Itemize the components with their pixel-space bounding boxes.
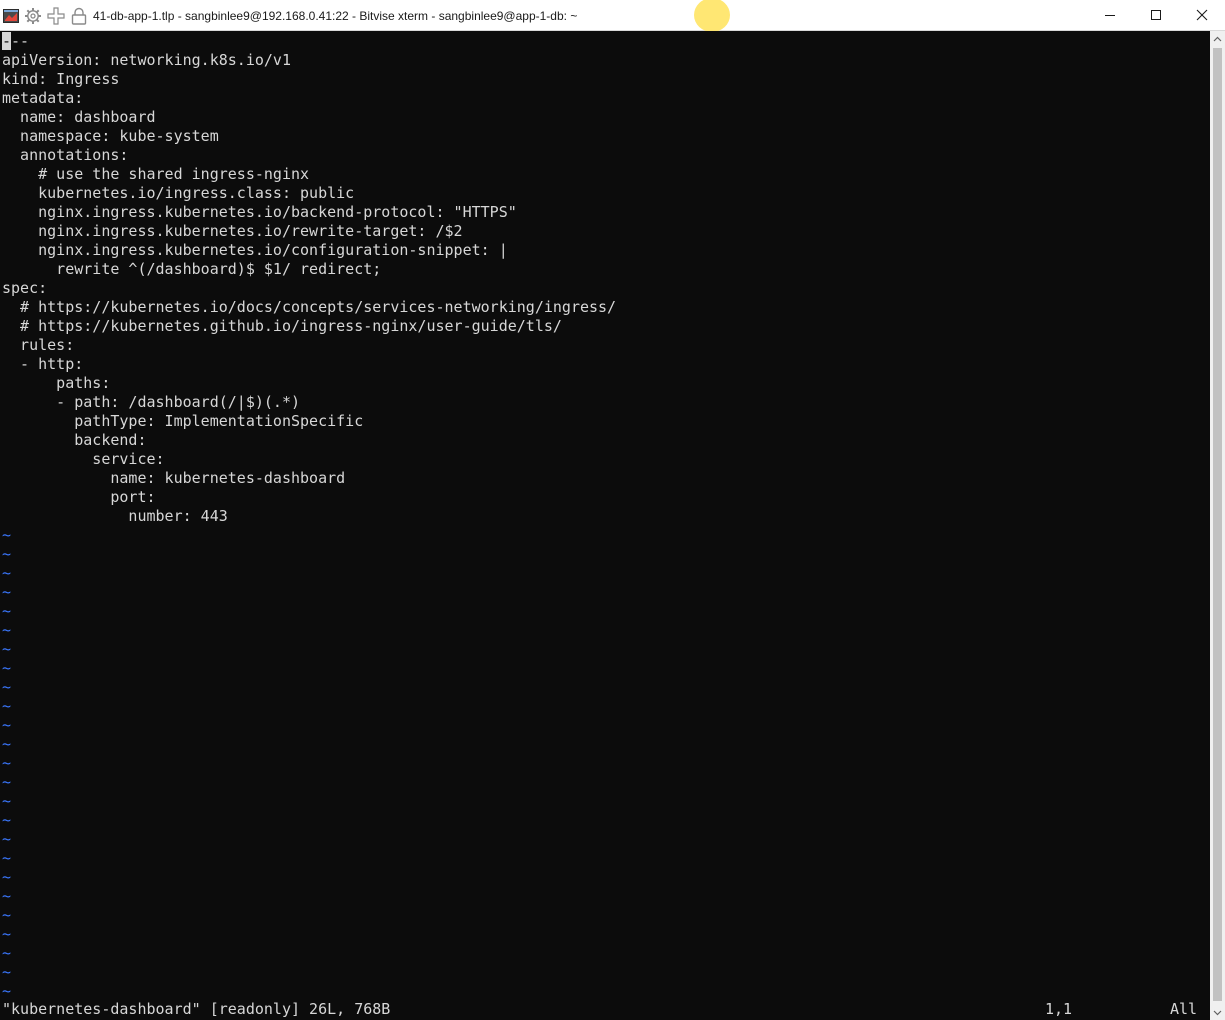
plus-icon[interactable]: [47, 7, 65, 25]
editor-line: - path: /dashboard(/|$)(.*): [2, 393, 301, 411]
empty-line-marker: ~: [2, 545, 12, 563]
empty-line-marker: ~: [2, 621, 12, 639]
empty-line-marker: ~: [2, 868, 12, 886]
editor-line: apiVersion: networking.k8s.io/v1: [2, 51, 291, 69]
minimize-icon: [1105, 15, 1115, 16]
empty-line-marker: ~: [2, 678, 12, 696]
editor-line: annotations:: [2, 146, 129, 164]
empty-line-marker: ~: [2, 602, 12, 620]
empty-line-marker: ~: [2, 564, 12, 582]
chevron-down-icon: [1213, 1010, 1222, 1015]
editor-line: nginx.ingress.kubernetes.io/rewrite-targ…: [2, 222, 463, 240]
empty-line-marker: ~: [2, 754, 12, 772]
empty-line-marker: ~: [2, 830, 12, 848]
empty-line-marker: ~: [2, 697, 12, 715]
editor-line: # use the shared ingress-nginx: [2, 165, 310, 183]
text-cursor: -: [2, 32, 12, 50]
editor-line: name: kubernetes-dashboard: [2, 469, 346, 487]
editor-line: number: 443: [2, 507, 228, 525]
close-icon: [1196, 9, 1208, 21]
empty-line-marker: ~: [2, 583, 12, 601]
empty-line-marker: ~: [2, 640, 12, 658]
editor-line: kubernetes.io/ingress.class: public: [2, 184, 355, 202]
vertical-scrollbar[interactable]: [1210, 31, 1225, 1020]
bitvise-terminal-icon[interactable]: [2, 7, 20, 25]
empty-line-marker: ~: [2, 659, 12, 677]
editor-line: backend:: [2, 431, 147, 449]
empty-line-marker: ~: [2, 944, 12, 962]
close-button[interactable]: [1179, 0, 1225, 30]
chevron-up-icon: [1213, 36, 1222, 41]
editor-line: rewrite ^(/dashboard)$ $1/ redirect;: [2, 260, 382, 278]
empty-line-marker: ~: [2, 811, 12, 829]
cursor-position: 1,1: [1045, 1000, 1073, 1018]
editor-line: # https://kubernetes.github.io/ingress-n…: [2, 317, 562, 335]
empty-line-marker: ~: [2, 735, 12, 753]
editor-line: name: dashboard: [2, 108, 156, 126]
lock-icon[interactable]: [70, 7, 88, 25]
editor-line: ---: [2, 32, 30, 50]
gear-icon[interactable]: [24, 7, 42, 25]
empty-line-marker: ~: [2, 773, 12, 791]
scrollbar-thumb[interactable]: [1213, 48, 1222, 1001]
editor-line: - http:: [2, 355, 84, 373]
empty-line-marker: ~: [2, 982, 12, 1000]
empty-line-marker: ~: [2, 526, 12, 544]
editor-line: metadata:: [2, 89, 84, 107]
window-title: 41-db-app-1.tlp - sangbinlee9@192.168.0.…: [93, 9, 578, 23]
editor-line: kind: Ingress: [2, 70, 120, 88]
terminal-area[interactable]: --- apiVersion: networking.k8s.io/v1 kin…: [0, 31, 1210, 1020]
empty-line-marker: ~: [2, 716, 12, 734]
minimize-button[interactable]: [1087, 0, 1133, 30]
mouse-pointer-highlight: [694, 0, 730, 32]
editor-line: paths:: [2, 374, 111, 392]
maximize-icon: [1151, 10, 1161, 20]
empty-line-marker: ~: [2, 792, 12, 810]
scroll-down-button[interactable]: [1210, 1005, 1225, 1020]
editor-line: rules:: [2, 336, 75, 354]
editor-line: spec:: [2, 279, 48, 297]
scroll-position: All: [1170, 1000, 1198, 1018]
vim-status-message: "kubernetes-dashboard" [readonly] 26L, 7…: [2, 1000, 391, 1018]
terminal-window: 41-db-app-1.tlp - sangbinlee9@192.168.0.…: [0, 0, 1225, 1020]
scroll-up-button[interactable]: [1210, 31, 1225, 46]
empty-line-marker: ~: [2, 849, 12, 867]
empty-line-marker: ~: [2, 887, 12, 905]
editor-line: namespace: kube-system: [2, 127, 219, 145]
editor-line: nginx.ingress.kubernetes.io/backend-prot…: [2, 203, 517, 221]
maximize-button[interactable]: [1133, 0, 1179, 30]
editor-line: service:: [2, 450, 165, 468]
editor-line: port:: [2, 488, 156, 506]
editor-line: nginx.ingress.kubernetes.io/configuratio…: [2, 241, 508, 259]
empty-line-marker: ~: [2, 906, 12, 924]
empty-line-marker: ~: [2, 925, 12, 943]
editor-line: # https://kubernetes.io/docs/concepts/se…: [2, 298, 617, 316]
editor-line: pathType: ImplementationSpecific: [2, 412, 364, 430]
title-bar[interactable]: 41-db-app-1.tlp - sangbinlee9@192.168.0.…: [0, 0, 1225, 32]
empty-line-marker: ~: [2, 963, 12, 981]
